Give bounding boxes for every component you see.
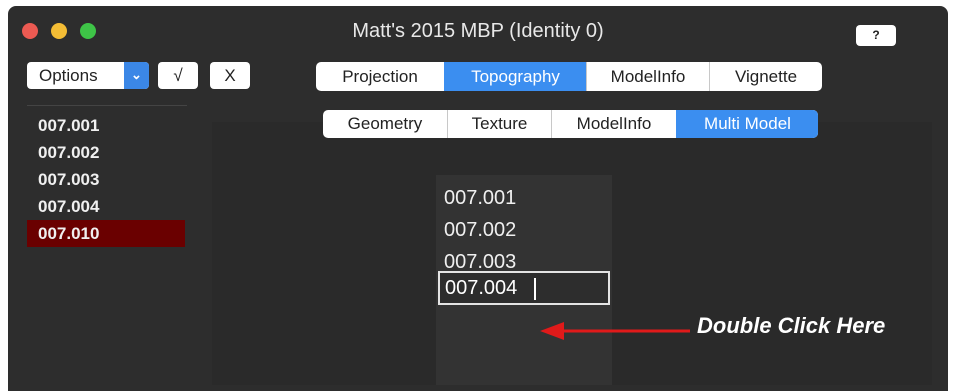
annotation-label: Double Click Here bbox=[697, 313, 886, 338]
annotation-arrow-head bbox=[540, 322, 564, 340]
